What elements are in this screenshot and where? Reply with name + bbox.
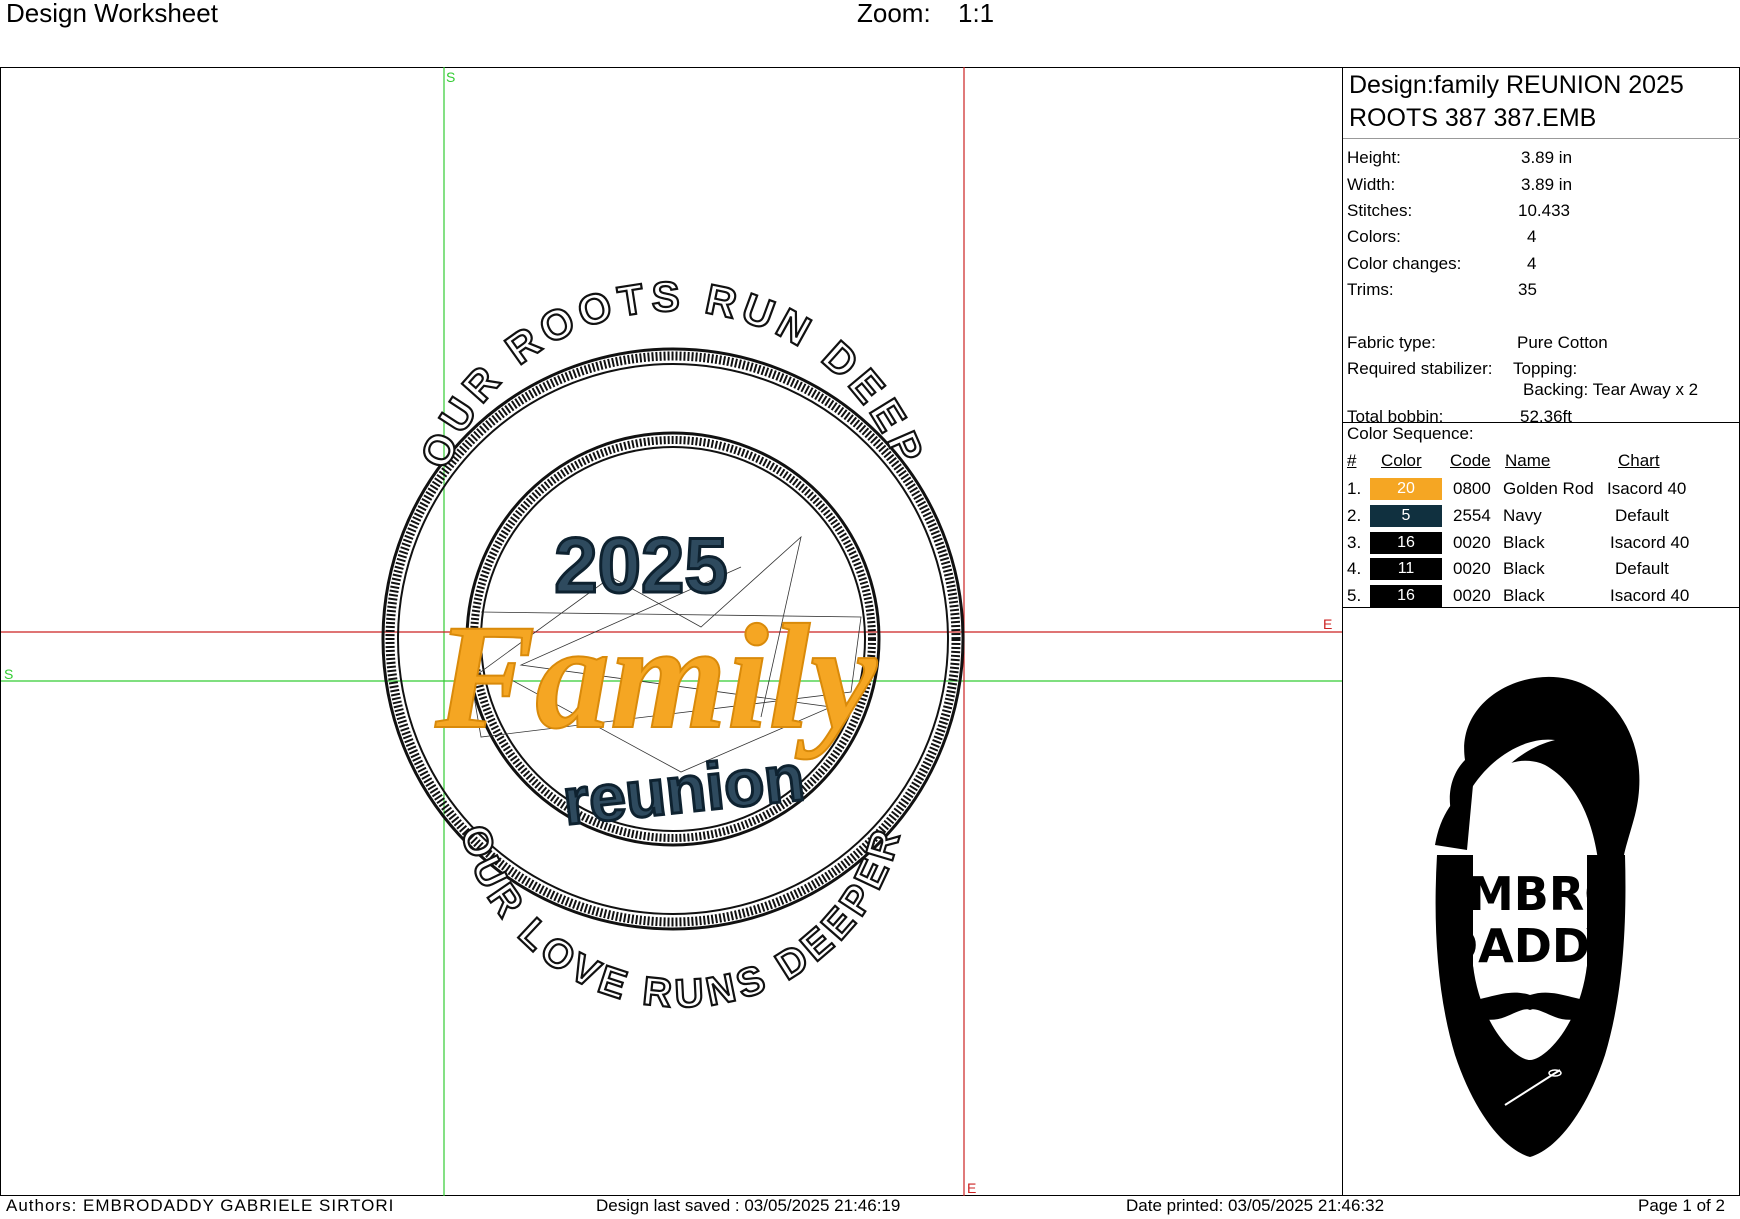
color-swatch: 16 xyxy=(1370,532,1442,554)
seq-header-num: # xyxy=(1347,451,1357,470)
worksheet-title: Design Worksheet xyxy=(6,0,218,28)
footer-printed: Date printed: 03/05/2025 21:46:32 xyxy=(1126,1196,1385,1215)
zoom-value[interactable]: 1:1 xyxy=(958,0,994,29)
top-arc-text: OUR ROOTS RUN DEEP xyxy=(411,273,935,475)
seq-header-chart: Chart xyxy=(1618,451,1660,470)
divider xyxy=(1343,138,1740,139)
color-sequence-row[interactable]: 4. 11 0020 Black Default xyxy=(1343,557,1740,583)
color-swatch: 11 xyxy=(1370,558,1442,580)
footer-saved: Design last saved : 03/05/2025 21:46:19 xyxy=(596,1196,901,1215)
zoom-label: Zoom: xyxy=(857,0,931,28)
color-sequence-row[interactable]: 2. 5 2554 Navy Default xyxy=(1343,504,1740,530)
divider xyxy=(1343,607,1740,608)
color-sequence-row[interactable]: 1. 20 0800 Golden Rod Isacord 40 xyxy=(1343,477,1740,503)
design-name: Design:family REUNION 2025 ROOTS 387 387… xyxy=(1349,69,1734,135)
seq-header-color: Color xyxy=(1381,451,1422,470)
color-swatch: 5 xyxy=(1370,505,1442,527)
design-preview: S S E E OUR ROOTS RUN DEEP OUR LOVE RUNS… xyxy=(1,67,1342,1196)
start-marker-left: S xyxy=(4,666,13,682)
color-sequence-title: Color Sequence: xyxy=(1347,424,1474,443)
footer-authors: Authors: EMBRODADDY GABRIELE SIRTORI xyxy=(6,1196,395,1215)
seq-header-code: Code xyxy=(1450,451,1491,470)
family-script-text: Family xyxy=(434,594,878,760)
end-marker-bottom: E xyxy=(967,1180,976,1196)
color-swatch: 16 xyxy=(1370,585,1442,607)
footer-page: Page 1 of 2 xyxy=(1638,1196,1725,1215)
color-sequence-row[interactable]: 3. 16 0020 Black Isacord 40 xyxy=(1343,531,1740,557)
logo-text-line1: EMBRO xyxy=(1437,867,1624,921)
end-marker-right: E xyxy=(1323,616,1332,632)
design-name-line1: Design:family REUNION 2025 xyxy=(1349,71,1684,99)
design-name-line2: ROOTS 387 387.EMB xyxy=(1349,104,1597,132)
logo-text-line2: DADDY xyxy=(1440,919,1621,973)
design-canvas[interactable]: S S E E OUR ROOTS RUN DEEP OUR LOVE RUNS… xyxy=(0,67,1343,1196)
color-swatch: 20 xyxy=(1370,478,1442,500)
start-marker-top: S xyxy=(446,69,455,85)
divider xyxy=(1343,422,1740,423)
seq-header-name: Name xyxy=(1505,451,1551,470)
bearded-man-logo-icon: EMBRO DADDY xyxy=(1435,676,1640,1157)
